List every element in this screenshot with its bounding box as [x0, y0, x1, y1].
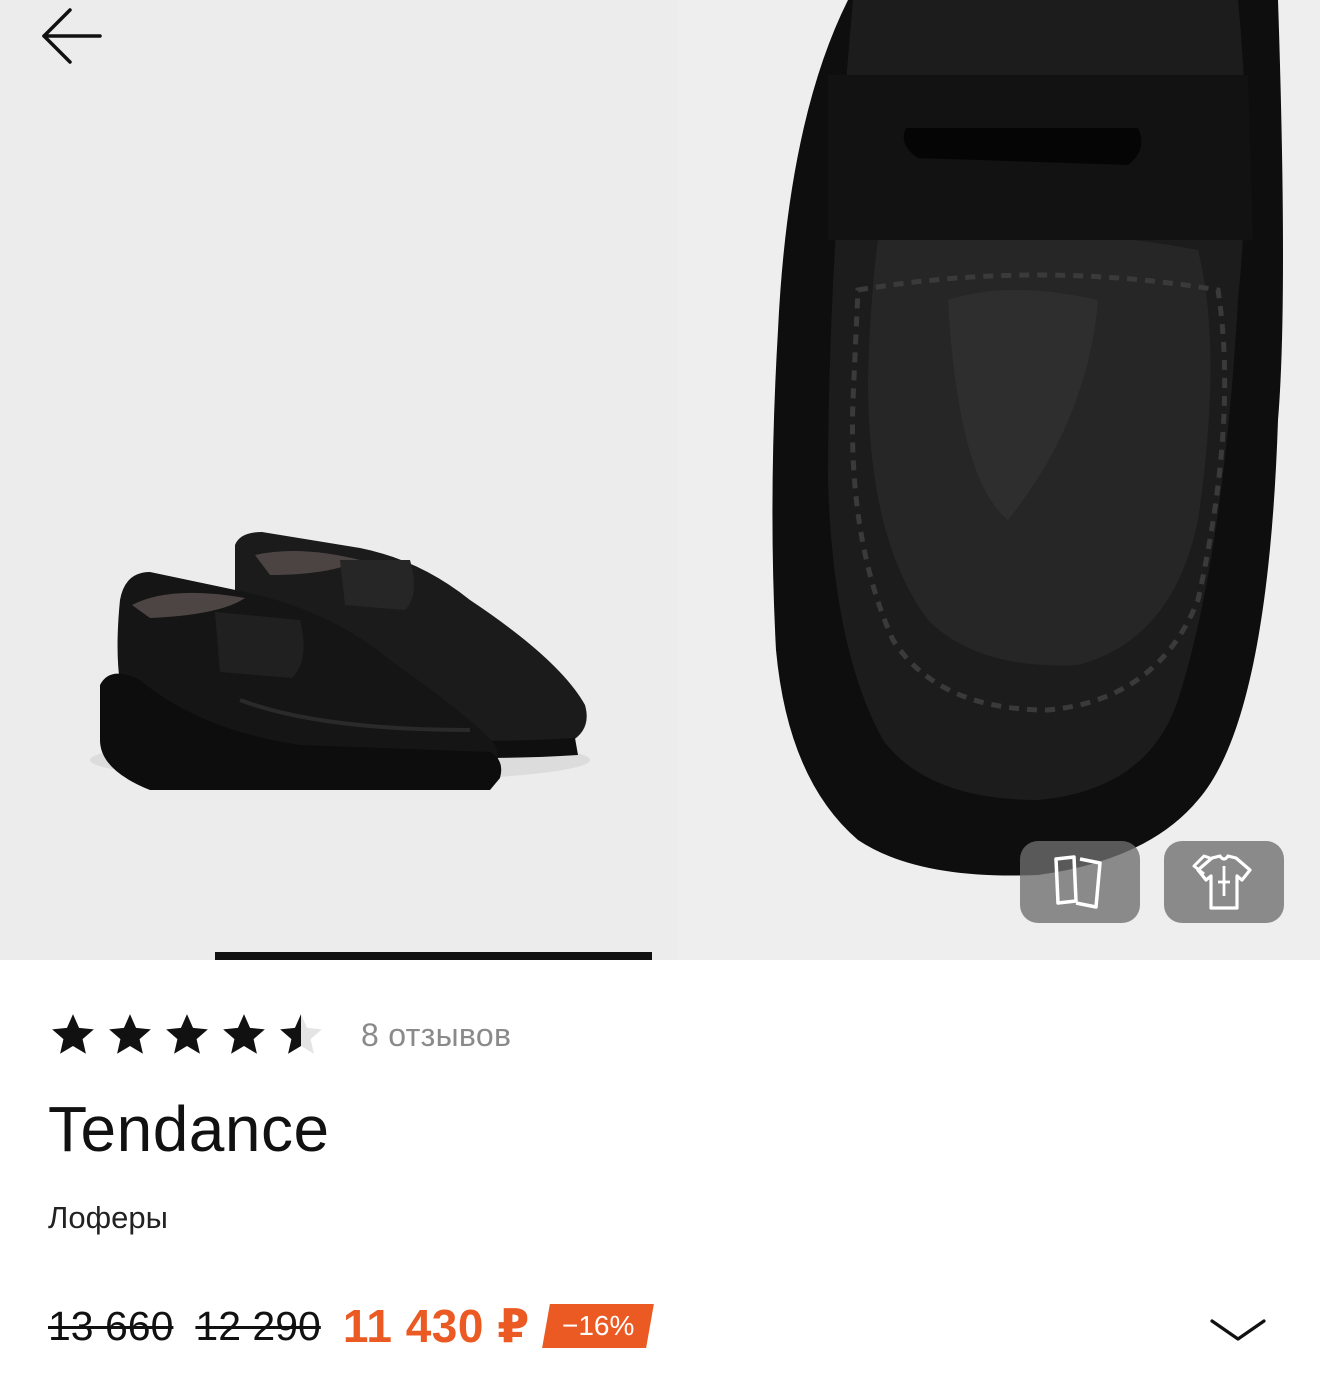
discount-badge: −16%: [541, 1304, 655, 1348]
compare-button[interactable]: [1020, 841, 1140, 923]
discount-badge-label: −16%: [561, 1310, 635, 1341]
compare-cards-icon: [1054, 855, 1102, 909]
rating-row: 8 отзывов: [48, 1005, 511, 1065]
product-brand[interactable]: Tendance: [48, 1092, 330, 1166]
star-full-icon: [166, 1014, 208, 1054]
virtual-fitting-button[interactable]: [1164, 841, 1284, 923]
rating-stars: [48, 1010, 333, 1060]
star-full-icon: [52, 1014, 94, 1054]
gallery-progress: [0, 952, 1320, 960]
current-price: 11 430 ₽: [342, 1300, 530, 1352]
price-details-toggle[interactable]: [1200, 1300, 1276, 1360]
product-gallery[interactable]: [0, 0, 1320, 960]
product-photo-pair: [0, 0, 678, 960]
arrow-left-icon: [42, 8, 102, 64]
star-full-icon: [223, 1014, 265, 1054]
tshirt-fitting-icon: [1192, 854, 1252, 910]
star-full-icon: [109, 1014, 151, 1054]
old-price-2: 12 290: [195, 1302, 321, 1349]
gallery-progress-active: [215, 952, 652, 960]
old-price-1: 13 660: [48, 1302, 174, 1349]
chevron-down-icon: [1210, 1319, 1266, 1341]
price-row: 13 660 12 290 11 430 ₽ −16%: [48, 1296, 655, 1356]
product-photo-closeup: [678, 0, 1320, 960]
reviews-link[interactable]: 8 отзывов: [361, 1017, 511, 1054]
product-category: Лоферы: [48, 1200, 168, 1235]
back-button[interactable]: [30, 4, 110, 68]
star-half-icon: [280, 1014, 322, 1054]
